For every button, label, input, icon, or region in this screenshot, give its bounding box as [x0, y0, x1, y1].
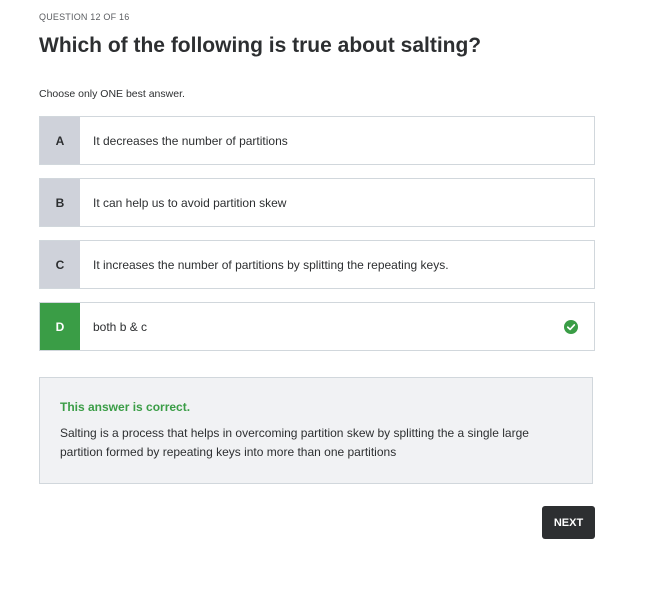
option-text: It can help us to avoid partition skew: [93, 195, 287, 210]
option-text: It decreases the number of partitions: [93, 133, 288, 148]
option-letter: D: [40, 303, 80, 350]
answer-option-d[interactable]: D both b & c: [39, 302, 595, 351]
answer-option-a[interactable]: A It decreases the number of partitions: [39, 116, 595, 165]
option-text: both b & c: [93, 319, 148, 334]
answer-option-c[interactable]: C It increases the number of partitions …: [39, 240, 595, 289]
option-letter: C: [40, 241, 80, 288]
option-letter: B: [40, 179, 80, 226]
answer-feedback-panel: This answer is correct. Salting is a pro…: [39, 377, 593, 484]
feedback-explanation: Salting is a process that helps in overc…: [60, 426, 529, 459]
question-counter: QUESTION 12 OF 16: [39, 12, 130, 22]
next-button[interactable]: NEXT: [542, 506, 595, 539]
question-title: Which of the following is true about sal…: [39, 34, 482, 57]
check-circle-icon: [564, 303, 594, 350]
answer-option-b[interactable]: B It can help us to avoid partition skew: [39, 178, 595, 227]
answer-instruction: Choose only ONE best answer.: [39, 88, 185, 100]
option-text: It increases the number of partitions by…: [93, 257, 449, 272]
feedback-status: This answer is correct.: [60, 400, 191, 414]
option-letter: A: [40, 117, 80, 164]
quiz-page: QUESTION 12 OF 16 Which of the following…: [0, 0, 651, 591]
